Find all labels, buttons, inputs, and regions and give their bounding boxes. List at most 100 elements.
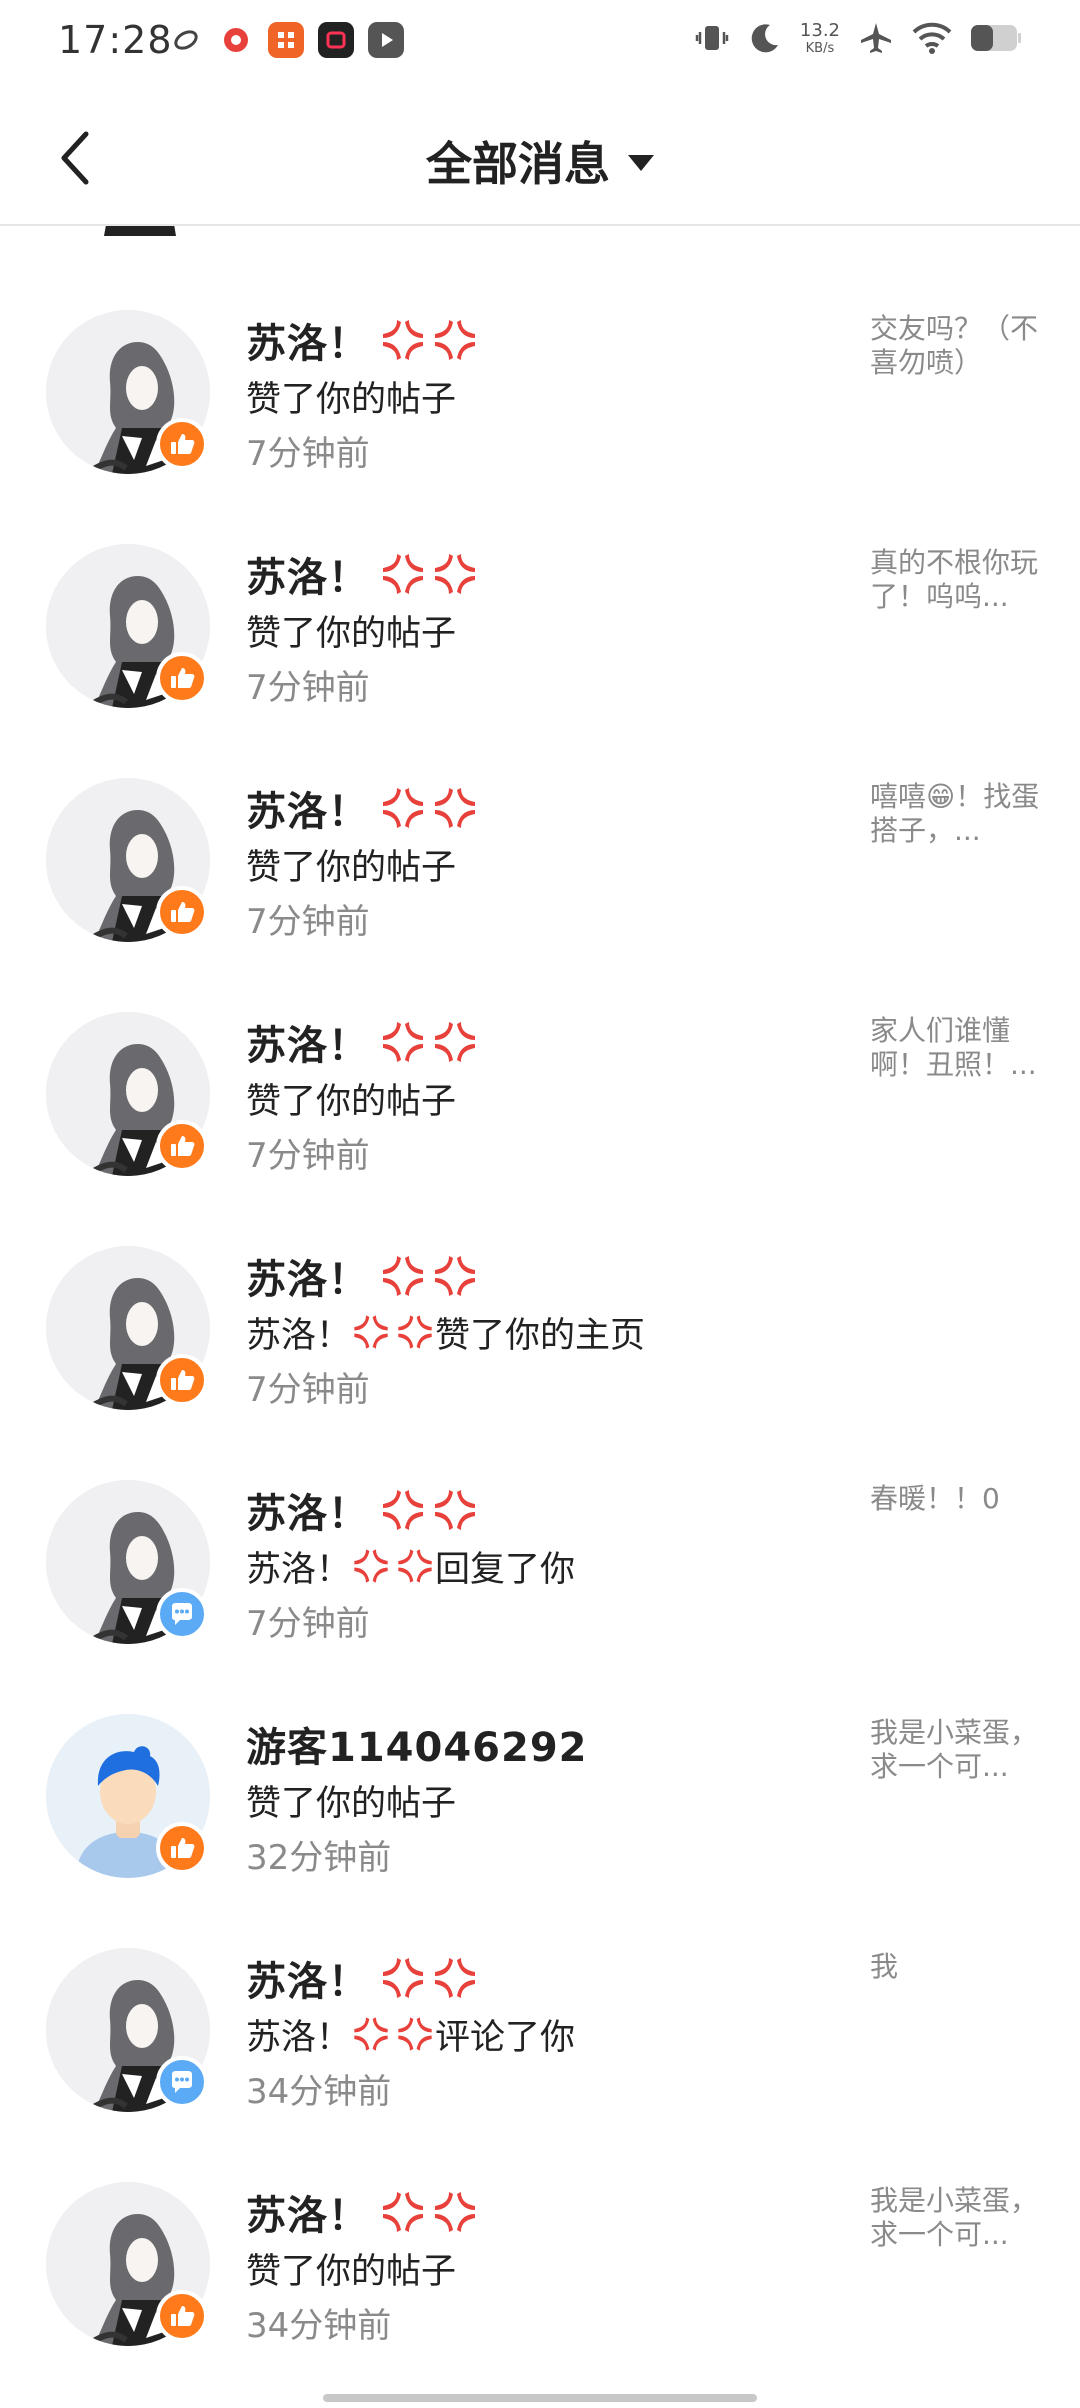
comment-badge (156, 2056, 208, 2108)
message-time: 7分钟前 (246, 1604, 370, 1644)
anger-icon (354, 1315, 388, 1349)
video-app-icon (318, 22, 354, 58)
post-preview[interactable]: 交友吗？（不喜勿喷） (870, 312, 1040, 380)
sender-name[interactable]: 苏洛！ (246, 2183, 369, 2241)
action-sender: 苏洛！ (246, 1315, 352, 1356)
anger-emoji-pair (379, 316, 479, 364)
net-speed: 13.2 KB/s (799, 19, 840, 56)
post-preview[interactable]: 嘻嘻😁！找蛋搭子，... (870, 780, 1040, 848)
like-badge (156, 1354, 208, 1406)
page-title: 全部消息 (426, 137, 610, 191)
message-item[interactable]: 苏洛！ 赞了你的帖子 7分钟前 嘻嘻😁！找蛋搭子，... (0, 778, 1080, 1012)
anger-icon (435, 1958, 475, 1998)
play-store-icon (368, 22, 404, 58)
sender-line: 苏洛！ (246, 544, 479, 604)
anger-icon (435, 1256, 475, 1296)
message-item[interactable]: 苏洛！ 赞了你的帖子 7分钟前 真的不根你玩了！呜呜... (0, 544, 1080, 778)
anger-icon (435, 320, 475, 360)
anger-icon (435, 1022, 475, 1062)
action-line: 赞了你的帖子 (246, 372, 456, 420)
message-item[interactable]: 苏洛！ 苏洛！ 评论了你 34分钟前 我 (0, 1948, 1080, 2182)
status-bar: 17:28 13.2 KB/s (0, 0, 1080, 80)
action-text: 赞了你的主页 (435, 1315, 646, 1356)
post-preview[interactable]: 我 (870, 1950, 1040, 1984)
home-indicator[interactable] (323, 2394, 757, 2402)
post-preview[interactable]: 家人们谁懂啊！丑照！... (870, 1014, 1040, 1082)
message-item[interactable]: 苏洛！ 苏洛！ 回复了你 7分钟前 春暖！！0 (0, 1480, 1080, 1714)
message-time: 7分钟前 (246, 1136, 370, 1176)
message-filter-dropdown[interactable]: 全部消息 (0, 128, 1080, 194)
sender-line: 苏洛！ (246, 1480, 479, 1540)
like-badge (156, 1822, 208, 1874)
thumbs-up-icon (171, 668, 195, 688)
thumbs-up-icon (171, 1370, 195, 1390)
thumbs-up-icon (171, 2306, 195, 2326)
anger-icon (383, 788, 423, 828)
thumbs-up-icon (171, 434, 195, 454)
sender-line: 苏洛！ (246, 1012, 479, 1072)
anger-icon (354, 2017, 388, 2051)
action-text: 赞了你的帖子 (246, 379, 457, 420)
message-item[interactable]: 苏洛！ 赞了你的帖子 34分钟前 我是小菜蛋，求一个可... (0, 2182, 1080, 2408)
caret-down-icon (628, 155, 654, 171)
message-time: 7分钟前 (246, 1370, 370, 1410)
message-item[interactable]: 游客114046292 赞了你的帖子 32分钟前 我是小菜蛋，求一个可... (0, 1714, 1080, 1948)
wifi-icon (912, 22, 952, 54)
net-speed-value: 13.2 (799, 19, 840, 41)
anger-icon (383, 2192, 423, 2232)
comment-badge (156, 1588, 208, 1640)
anger-icon (383, 1958, 423, 1998)
like-badge (156, 418, 208, 470)
thumbs-up-icon (171, 1838, 195, 1858)
anger-icon (383, 320, 423, 360)
action-line: 苏洛！ 回复了你 (246, 1542, 575, 1590)
sender-line: 游客114046292 (246, 1714, 588, 1774)
anger-icon (383, 1022, 423, 1062)
message-item[interactable]: 苏洛！ 苏洛！ 赞了你的主页 7分钟前 (0, 1246, 1080, 1480)
message-item[interactable]: 苏洛！ 赞了你的帖子 7分钟前 交友吗？（不喜勿喷） (0, 310, 1080, 544)
tiktok-lite-icon (168, 22, 204, 58)
status-time: 17:28 (58, 18, 173, 62)
message-time: 34分钟前 (246, 2306, 392, 2346)
sender-name[interactable]: 苏洛！ (246, 311, 369, 369)
battery-icon (970, 23, 1022, 53)
anger-icon (383, 554, 423, 594)
sender-name[interactable]: 苏洛！ (246, 1949, 369, 2007)
comment-icon (172, 2071, 192, 2093)
sender-name[interactable]: 苏洛！ (246, 545, 369, 603)
sender-name[interactable]: 苏洛！ (246, 1247, 369, 1305)
anger-icon (398, 2017, 432, 2051)
comment-icon (172, 1603, 192, 1625)
post-preview[interactable]: 我是小菜蛋，求一个可... (870, 2184, 1040, 2252)
anger-emoji-pair (379, 1954, 479, 2002)
sender-name[interactable]: 游客114046292 (246, 1715, 588, 1773)
sender-name[interactable]: 苏洛！ (246, 1481, 369, 1539)
post-preview[interactable]: 春暖！！0 (870, 1482, 1040, 1516)
netease-music-icon (218, 22, 254, 58)
action-line: 赞了你的帖子 (246, 840, 456, 888)
post-preview[interactable]: 真的不根你玩了！呜呜... (870, 546, 1040, 614)
message-time: 32分钟前 (246, 1838, 392, 1878)
anger-emoji-pair (351, 1546, 435, 1586)
net-speed-unit: KB/s (805, 40, 835, 56)
anger-icon (435, 2192, 475, 2232)
thumbs-up-icon (171, 1136, 195, 1156)
action-text: 赞了你的帖子 (246, 1783, 457, 1824)
action-text: 评论了你 (435, 2017, 576, 2058)
sender-name[interactable]: 苏洛！ (246, 779, 369, 837)
notification-icons (168, 22, 404, 58)
anger-icon (354, 1549, 388, 1583)
app-root: 苏洛！ 赞了你的帖子 7分钟前 交友吗？（不喜勿喷） 苏洛！ 赞了你的帖子 7分钟前 真的不根… (0, 0, 1080, 2408)
anger-icon (398, 1315, 432, 1349)
post-preview[interactable]: 我是小菜蛋，求一个可... (870, 1716, 1040, 1784)
action-line: 赞了你的帖子 (246, 1776, 456, 1824)
anger-icon (435, 554, 475, 594)
sender-name[interactable]: 苏洛！ (246, 1013, 369, 1071)
action-text: 赞了你的帖子 (246, 1081, 457, 1122)
action-sender: 苏洛！ (246, 1549, 352, 1590)
sender-line: 苏洛！ (246, 2182, 479, 2242)
action-sender: 苏洛！ (246, 2017, 352, 2058)
message-item[interactable]: 苏洛！ 赞了你的帖子 7分钟前 家人们谁懂啊！丑照！... (0, 1012, 1080, 1246)
anger-emoji-pair (379, 784, 479, 832)
system-icons: 13.2 KB/s (694, 20, 1022, 56)
